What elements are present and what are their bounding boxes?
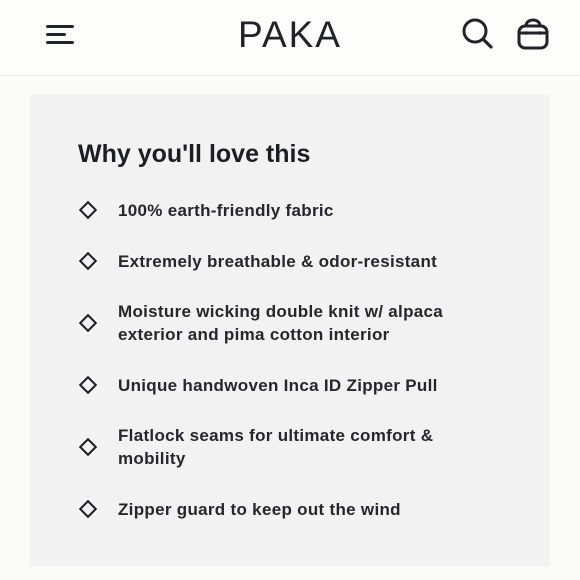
- feature-text: Extremely breathable & odor-resistant: [118, 251, 438, 271]
- hamburger-menu-icon[interactable]: [42, 18, 78, 50]
- diamond-icon: [76, 373, 100, 397]
- menu-line: [46, 41, 74, 44]
- brand-logo[interactable]: PAKA: [238, 14, 342, 55]
- site-header: PAKA: [0, 0, 580, 76]
- feature-text: Unique handwoven Inca ID Zipper Pull: [118, 375, 438, 395]
- search-icon-graphic: [462, 18, 493, 49]
- menu-line: [46, 33, 66, 36]
- menu-line: [46, 25, 74, 28]
- list-item: 100% earth-friendly fabric: [76, 198, 496, 222]
- list-item: Zipper guard to keep out the wind: [76, 497, 496, 521]
- list-item: Moisture wicking double knit w/ alpaca e…: [76, 300, 496, 346]
- feature-text: 100% earth-friendly fabric: [118, 200, 334, 220]
- list-item: Unique handwoven Inca ID Zipper Pull: [76, 373, 496, 397]
- shopping-bag-icon-graphic: [517, 18, 549, 50]
- diamond-icon: [76, 311, 100, 335]
- diamond-icon: [76, 198, 100, 222]
- feature-text: Moisture wicking double knit w/ alpaca e…: [118, 302, 444, 344]
- diamond-icon: [76, 435, 100, 459]
- features-title: Why you'll love this: [78, 140, 311, 168]
- diamond-icon: [76, 497, 100, 521]
- list-item: Flatlock seams for ultimate comfort & mo…: [76, 424, 496, 470]
- features-panel: Why you'll love this 100% earth-friendly…: [30, 94, 550, 566]
- feature-text: Zipper guard to keep out the wind: [118, 499, 401, 519]
- feature-text: Flatlock seams for ultimate comfort & mo…: [118, 426, 434, 468]
- search-icon[interactable]: [458, 14, 498, 54]
- list-item: Extremely breathable & odor-resistant: [76, 249, 496, 273]
- shopping-bag-icon[interactable]: [511, 14, 555, 56]
- diamond-icon: [76, 249, 100, 273]
